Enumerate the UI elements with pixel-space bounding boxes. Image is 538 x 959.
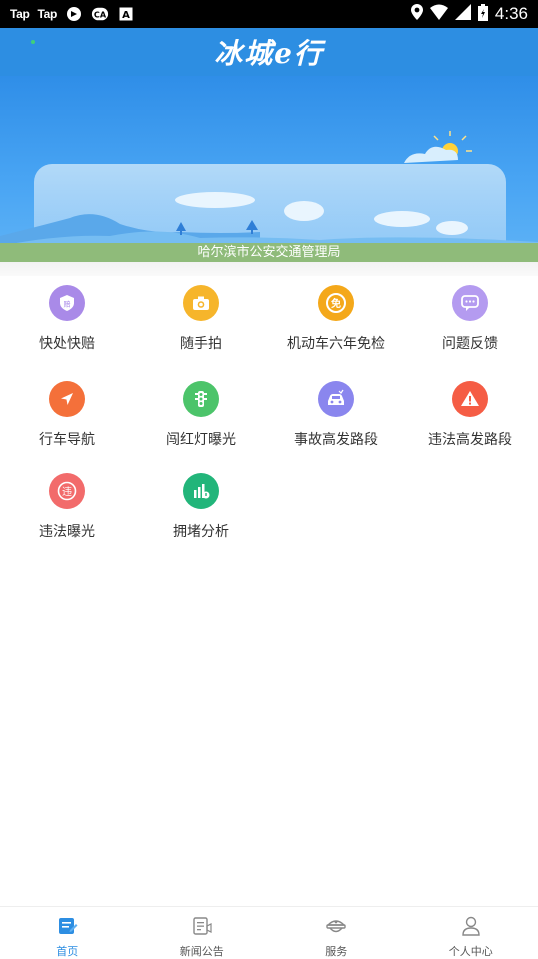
- battery-icon: [478, 4, 488, 25]
- violation-icon: 违: [49, 473, 85, 509]
- service-label: 问题反馈: [442, 333, 498, 353]
- svg-text:违: 违: [62, 486, 72, 498]
- service-label: 闯红灯曝光: [166, 429, 236, 449]
- app-header: 冰城e行: [0, 28, 538, 76]
- wifi-icon: [430, 4, 448, 24]
- service-label: 行车导航: [39, 429, 95, 449]
- chat-icon: [452, 285, 488, 321]
- svg-text:免: 免: [331, 297, 341, 310]
- warning-icon: [452, 381, 488, 417]
- status-bar: Tap Tap CA A 4:36: [0, 0, 538, 28]
- service-photo-report[interactable]: 随手拍: [134, 285, 268, 365]
- location-icon: [411, 4, 423, 24]
- camera-icon: [183, 285, 219, 321]
- service-label: 事故高发路段: [294, 429, 378, 449]
- tap-app-notification: Tap: [10, 7, 30, 21]
- service-accident-hotspot[interactable]: 事故高发路段: [269, 381, 403, 461]
- tab-label: 新闻公告: [180, 943, 224, 959]
- tab-service[interactable]: 服务: [269, 907, 404, 954]
- tab-news[interactable]: 新闻公告: [135, 907, 270, 954]
- section-divider: [0, 262, 538, 276]
- sync-icon: [65, 5, 83, 23]
- tab-profile[interactable]: 个人中心: [404, 907, 538, 954]
- svg-text:A: A: [122, 10, 130, 21]
- service-six-year-exemption[interactable]: 免 机动车六年免检: [269, 285, 403, 365]
- tab-home[interactable]: 首页: [0, 907, 135, 954]
- tab-label: 服务: [325, 943, 347, 959]
- home-icon: [56, 915, 78, 941]
- bottom-tab-bar: 首页 新闻公告 服务 个人中心: [0, 906, 538, 954]
- news-icon: [191, 915, 213, 941]
- tab-label: 个人中心: [449, 943, 493, 959]
- service-label: 违法高发路段: [428, 429, 512, 449]
- app-badge-icon: CA: [91, 5, 109, 23]
- service-congestion-analysis[interactable]: 拥堵分析: [134, 473, 268, 553]
- exemption-icon: 免: [318, 285, 354, 321]
- banner-caption: 哈尔滨市公安交通管理局: [0, 243, 538, 262]
- tab-label: 首页: [56, 943, 78, 959]
- header-dot: [31, 40, 35, 44]
- home-banner[interactable]: 哈尔滨市公安交通管理局: [0, 76, 538, 262]
- congestion-chart-icon: [183, 473, 219, 509]
- insurance-icon: 赔: [49, 285, 85, 321]
- service-label: 拥堵分析: [173, 521, 229, 541]
- service-label: 违法曝光: [39, 521, 95, 541]
- service-label: 快处快赔: [39, 333, 95, 353]
- signal-icon: [455, 4, 471, 24]
- service-violation-hotspot[interactable]: 违法高发路段: [403, 381, 537, 461]
- person-icon: [460, 915, 482, 941]
- service-label: 机动车六年免检: [287, 333, 385, 353]
- traffic-light-icon: [183, 381, 219, 417]
- car-accident-icon: [318, 381, 354, 417]
- tap-app-notification: Tap: [38, 7, 58, 21]
- service-navigation[interactable]: 行车导航: [0, 381, 134, 461]
- service-label: 随手拍: [180, 333, 222, 353]
- svg-text:CA: CA: [94, 10, 107, 20]
- status-time: 4:36: [495, 4, 528, 24]
- service-feedback[interactable]: 问题反馈: [403, 285, 537, 365]
- app-title: 冰城e行: [214, 32, 324, 72]
- a-box-icon: A: [117, 5, 135, 23]
- navigation-icon: [49, 381, 85, 417]
- svg-text:赔: 赔: [64, 300, 71, 309]
- banner-illustration: [0, 76, 538, 262]
- service-icon: [324, 915, 348, 941]
- service-red-light[interactable]: 闯红灯曝光: [134, 381, 268, 461]
- service-violation-exposure[interactable]: 违 违法曝光: [0, 473, 134, 553]
- service-quick-claim[interactable]: 赔 快处快赔: [0, 285, 134, 365]
